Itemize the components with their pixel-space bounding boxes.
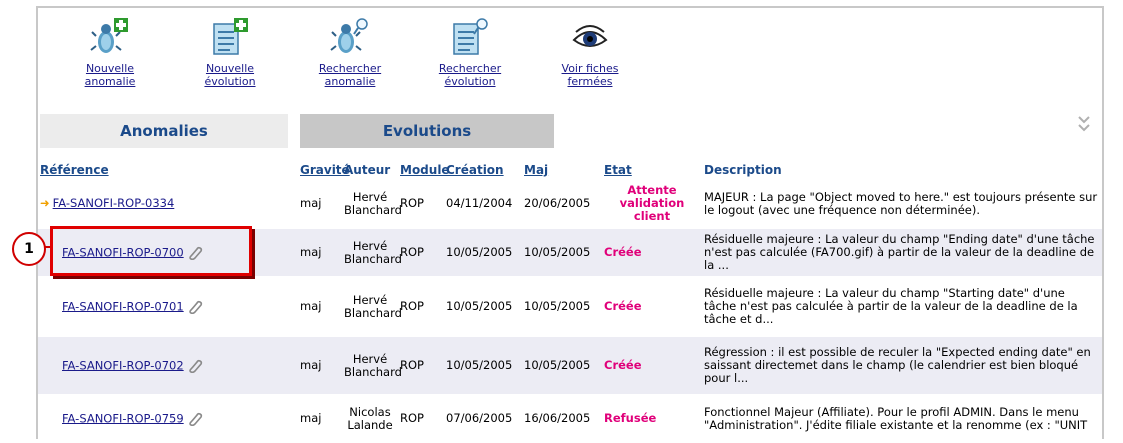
frame-top-border: [36, 6, 1104, 8]
view-closed-files-button[interactable]: Voir fiches fermées: [540, 18, 640, 88]
status-cell: Attente validation client: [602, 178, 702, 229]
reference-cell: ➜ FA-SANOFI-ROP-0334: [38, 178, 298, 229]
status-cell: Créée: [602, 336, 702, 395]
description-cell: Régression : il est possible de reculer …: [702, 336, 1102, 395]
new-anomaly-label[interactable]: Nouvelle anomalie: [60, 62, 160, 88]
callout-number-badge: 1: [12, 232, 46, 266]
module-cell: ROP: [398, 178, 444, 229]
creation-cell: 10/05/2005: [444, 228, 522, 277]
author-cell: Hervé Blanchard: [342, 336, 402, 395]
description-cell: MAJEUR : La page "Object moved to here."…: [702, 178, 1102, 229]
description-cell: Résiduelle majeure : La valeur du champ …: [702, 276, 1102, 337]
table-row: FA-SANOFI-ROP-0701 maj Hervé Blanchard RO…: [38, 276, 1102, 337]
status-cell: Créée: [602, 276, 702, 337]
reference-cell: FA-SANOFI-ROP-0701: [38, 276, 298, 337]
paperclip-icon[interactable]: [187, 412, 203, 426]
column-description: Description: [704, 163, 782, 177]
creation-cell: 10/05/2005: [444, 276, 522, 337]
paperclip-icon[interactable]: [187, 359, 203, 373]
module-cell: ROP: [398, 228, 444, 277]
status-cell: Refusée: [602, 394, 702, 443]
tab-evolutions[interactable]: Evolutions: [300, 114, 554, 148]
tab-bar: Anomalies Evolutions: [40, 114, 1100, 148]
module-cell: ROP: [398, 394, 444, 443]
author-cell: Hervé Blanchard: [342, 228, 402, 277]
status-cell: Créée: [602, 228, 702, 277]
creation-cell: 07/06/2005: [444, 394, 522, 443]
bug-add-icon: [90, 18, 128, 53]
reference-link[interactable]: FA-SANOFI-ROP-0759: [62, 411, 184, 425]
search-anomaly-button[interactable]: Rechercher anomalie: [300, 18, 400, 88]
maj-cell: 10/05/2005: [522, 276, 602, 337]
column-module[interactable]: Module: [398, 162, 450, 179]
column-maj[interactable]: Maj: [522, 162, 602, 179]
module-cell: ROP: [398, 336, 444, 395]
module-cell: ROP: [398, 276, 444, 337]
eye-icon: [572, 25, 608, 47]
description-cell: Fonctionnel Majeur (Affiliate). Pour le …: [702, 394, 1102, 443]
author-cell: Nicolas Lalande: [342, 394, 398, 443]
reference-link[interactable]: FA-SANOFI-ROP-0700: [62, 245, 184, 259]
paperclip-icon[interactable]: [187, 300, 203, 314]
anomalies-table: Référence Gravité Auteur Module Création…: [38, 162, 1102, 443]
table-row: FA-SANOFI-ROP-0702 maj Hervé Blanchard RO…: [38, 336, 1102, 395]
maj-cell: 20/06/2005: [522, 178, 602, 229]
reference-link[interactable]: FA-SANOFI-ROP-0701: [62, 299, 184, 313]
creation-cell: 04/11/2004: [444, 178, 522, 229]
table-row: FA-SANOFI-ROP-0700 maj Hervé Blanchard RO…: [38, 228, 1102, 277]
column-gravite[interactable]: Gravité: [298, 162, 350, 179]
maj-cell: 16/06/2005: [522, 394, 602, 443]
search-evolution-button[interactable]: Rechercher évolution: [420, 18, 520, 88]
gravite-cell: maj: [298, 228, 342, 277]
table-row: FA-SANOFI-ROP-0759 maj Nicolas Lalande RO…: [38, 394, 1102, 443]
column-reference[interactable]: Référence: [38, 162, 298, 179]
column-auteur: Auteur: [344, 163, 391, 177]
reference-link[interactable]: FA-SANOFI-ROP-0334: [53, 196, 175, 210]
search-anomaly-label[interactable]: Rechercher anomalie: [300, 62, 400, 88]
column-creation[interactable]: Création: [444, 162, 522, 179]
document-search-icon: [453, 18, 488, 55]
column-etat[interactable]: Etat: [602, 162, 702, 179]
paperclip-icon[interactable]: [187, 246, 203, 260]
maj-cell: 10/05/2005: [522, 336, 602, 395]
author-cell: Hervé Blanchard: [342, 178, 402, 229]
reference-cell: FA-SANOFI-ROP-0700: [38, 228, 298, 277]
reference-cell: FA-SANOFI-ROP-0702: [38, 336, 298, 395]
gravite-cell: maj: [298, 276, 342, 337]
gravite-cell: maj: [298, 336, 342, 395]
author-cell: Hervé Blanchard: [342, 276, 402, 337]
tab-anomalies[interactable]: Anomalies: [40, 114, 288, 148]
new-evolution-button[interactable]: Nouvelle évolution: [180, 18, 280, 88]
new-anomaly-button[interactable]: Nouvelle anomalie: [60, 18, 160, 88]
gravite-cell: maj: [298, 178, 342, 229]
reference-cell: FA-SANOFI-ROP-0759: [38, 394, 298, 443]
current-row-arrow-icon: ➜: [40, 196, 50, 210]
bug-search-icon: [330, 18, 368, 53]
collapse-chevron-icon[interactable]: [1076, 114, 1092, 136]
table-header-row: Référence Gravité Auteur Module Création…: [38, 162, 1102, 179]
document-add-icon: [213, 18, 248, 55]
table-row: ➜ FA-SANOFI-ROP-0334 maj Hervé Blanchard R…: [38, 178, 1102, 229]
search-evolution-label[interactable]: Rechercher évolution: [420, 62, 520, 88]
maj-cell: 10/05/2005: [522, 228, 602, 277]
gravite-cell: maj: [298, 394, 342, 443]
reference-link[interactable]: FA-SANOFI-ROP-0702: [62, 358, 184, 372]
frame-right-border: [1102, 6, 1104, 439]
new-evolution-label[interactable]: Nouvelle évolution: [180, 62, 280, 88]
creation-cell: 10/05/2005: [444, 336, 522, 395]
view-closed-files-label[interactable]: Voir fiches fermées: [540, 62, 640, 88]
description-cell: Résiduelle majeure : La valeur du champ …: [702, 228, 1102, 277]
